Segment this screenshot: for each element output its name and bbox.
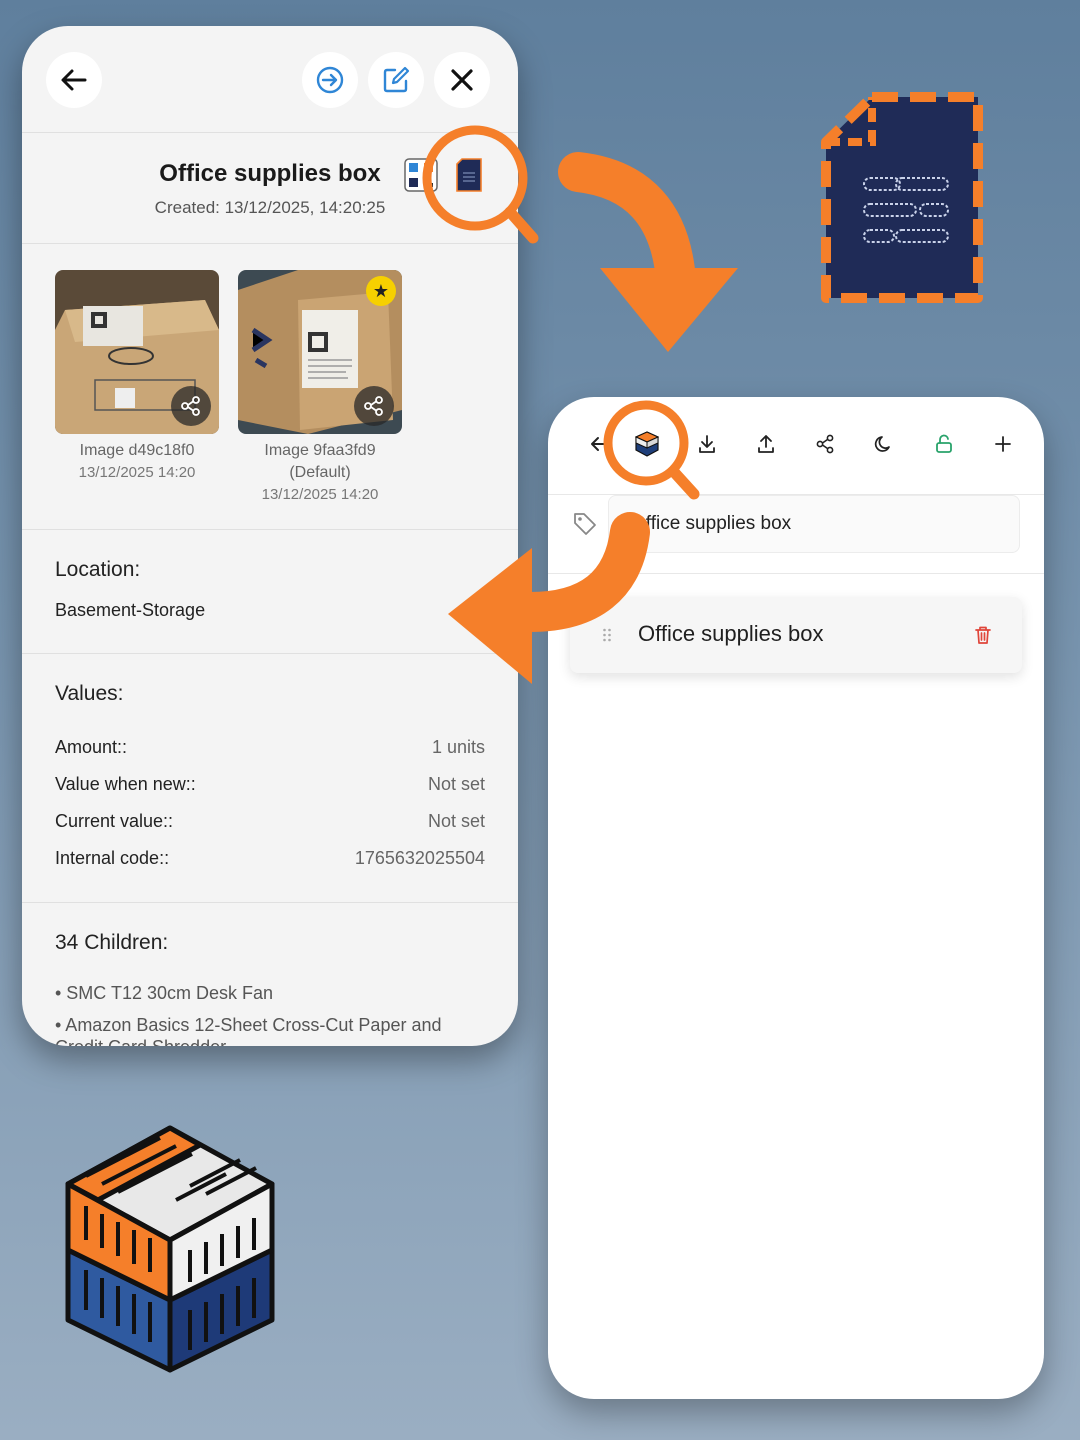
upload-button[interactable]: [753, 431, 779, 457]
qr-code-button[interactable]: [404, 158, 438, 192]
back-button[interactable]: [586, 431, 612, 457]
photo-caption-2: Image 9faa3fd9 (Default) 13/12/2025 14:2…: [220, 440, 420, 506]
share-icon: [816, 434, 834, 454]
plus-icon: [995, 436, 1011, 452]
children-heading: 34 Children:: [55, 931, 169, 954]
photo-date: 13/12/2025 14:20: [261, 486, 379, 503]
large-document-icon: [821, 92, 983, 303]
divider: [22, 653, 518, 654]
download-icon: [699, 435, 715, 453]
child-item[interactable]: • SMC T12 30cm Desk Fan: [55, 982, 485, 1004]
edit-button[interactable]: [368, 52, 424, 108]
default-photo-badge: ★: [366, 276, 396, 306]
lock-button[interactable]: [931, 431, 957, 457]
value-row-value-when-new: Value when new:: Not set: [55, 774, 485, 795]
unlock-icon: [936, 434, 952, 453]
delete-button[interactable]: [974, 625, 992, 650]
photo-date: 13/12/2025 14:20: [78, 464, 196, 481]
drag-handle[interactable]: [602, 627, 612, 648]
tag-icon-wrap: [572, 511, 598, 542]
share-photo-button[interactable]: [171, 386, 211, 426]
values-heading: Values:: [55, 682, 124, 705]
back-button[interactable]: [46, 52, 102, 108]
close-button[interactable]: [434, 52, 490, 108]
value-amount: 1 units: [431, 737, 485, 757]
share-button[interactable]: [812, 431, 838, 457]
card-title: Office supplies box: [638, 621, 824, 646]
arrow-to-document-annotation: [558, 152, 738, 352]
divider: [22, 132, 518, 133]
item-card[interactable]: Office supplies box: [570, 597, 1022, 673]
upload-icon: [758, 435, 774, 453]
photo-default-label: (Default): [289, 464, 351, 481]
value-internal-code: 1765632025504: [354, 848, 485, 868]
app-logo-button[interactable]: [634, 431, 660, 457]
document-button[interactable]: [456, 158, 482, 192]
document-icon: [456, 158, 482, 192]
qr-code-icon: [404, 158, 438, 192]
share-icon: [181, 396, 200, 416]
value-row-internal-code: Internal code:: 1765632025504: [55, 848, 485, 869]
value-row-current-value: Current value:: Not set: [55, 811, 485, 832]
top-toolbar: [22, 26, 518, 132]
value-current: Not set: [427, 811, 485, 831]
dark-mode-button[interactable]: [871, 431, 897, 457]
share-photo-button[interactable]: [354, 386, 394, 426]
tag-icon: [574, 513, 596, 535]
share-icon: [364, 396, 383, 416]
value-label: Current value::: [55, 811, 174, 831]
divider: [22, 902, 518, 903]
value-when-new: Not set: [427, 774, 485, 794]
divider: [22, 243, 518, 244]
divider: [548, 573, 1044, 574]
photo-caption-1: Image d49c18f0 13/12/2025 14:20: [37, 440, 237, 484]
open-button[interactable]: [302, 52, 358, 108]
arrow-left-icon: [591, 437, 608, 451]
name-field[interactable]: Office supplies box: [608, 495, 1020, 553]
item-photo-1[interactable]: [55, 270, 219, 434]
item-title: Office supplies box: [159, 160, 381, 187]
value-label: Amount::: [55, 737, 128, 757]
created-timestamp: Created: 13/12/2025, 14:20:25: [154, 198, 386, 217]
arrow-circle-right-icon: [316, 66, 344, 94]
value-row-amount: Amount:: 1 units: [55, 737, 485, 758]
edit-square-icon: [383, 66, 410, 93]
cube-logo-icon: [635, 431, 659, 457]
trash-icon: [975, 626, 991, 644]
item-detail-screen: Office supplies box Created: 13/12/2025,…: [22, 26, 518, 1046]
child-item[interactable]: • Amazon Basics 12-Sheet Cross-Cut Paper…: [55, 1014, 485, 1046]
moon-icon: [874, 436, 890, 452]
item-photo-2[interactable]: ★: [238, 270, 402, 434]
location-heading: Location:: [55, 558, 141, 581]
value-label: Value when new::: [55, 774, 196, 794]
photo-name: Image d49c18f0: [79, 442, 195, 459]
arrow-left-icon: [61, 69, 87, 91]
download-button[interactable]: [694, 431, 720, 457]
close-icon: [451, 69, 473, 91]
drag-handle-icon: [603, 628, 611, 642]
app-logo-large: [65, 1125, 275, 1373]
item-editor-screen: Office supplies box Office supplies box: [548, 397, 1044, 1399]
value-label: Internal code::: [55, 848, 170, 868]
add-button[interactable]: [990, 431, 1016, 457]
location-value[interactable]: Basement-Storage: [55, 600, 205, 621]
photo-name: Image 9faa3fd9: [264, 442, 376, 459]
divider: [22, 529, 518, 530]
star-icon: ★: [372, 281, 390, 301]
